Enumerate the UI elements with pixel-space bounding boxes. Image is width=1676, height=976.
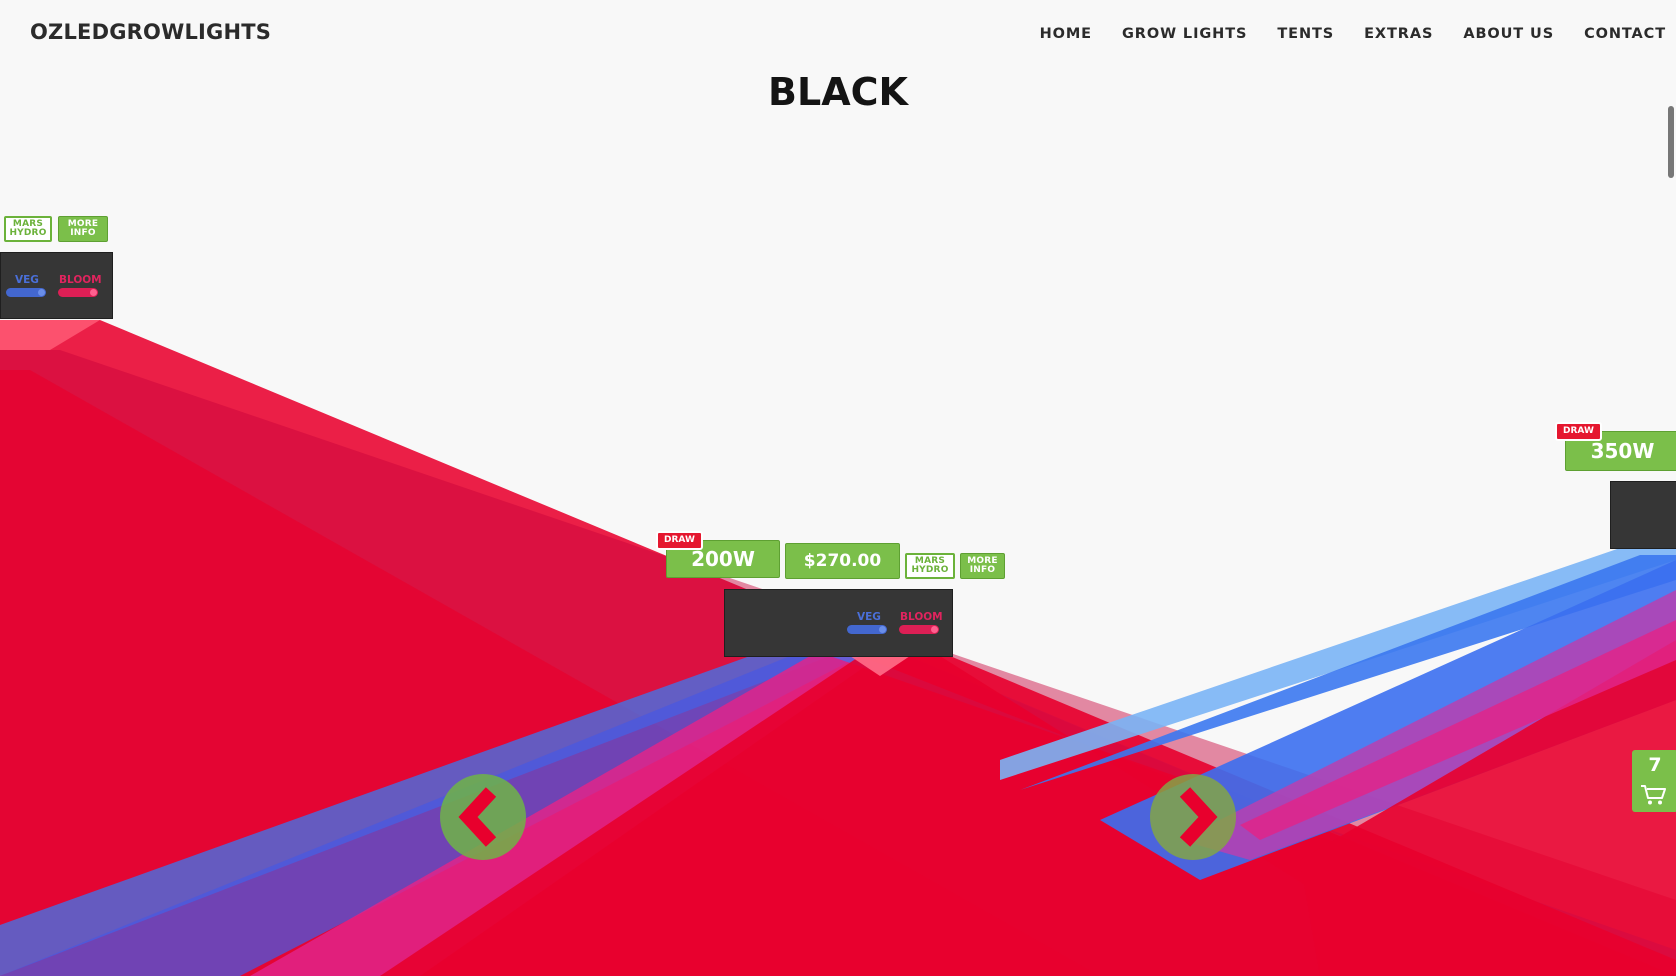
more-info-button[interactable]: MORE INFO bbox=[960, 553, 1005, 579]
brand-link-mars-hydro[interactable]: MARS HYDRO bbox=[905, 553, 955, 579]
product-lamp-panel: VEG BLOOM bbox=[0, 252, 113, 319]
veg-toggle[interactable] bbox=[6, 288, 46, 297]
more-info-button[interactable]: MORE INFO bbox=[58, 216, 108, 242]
bloom-toggle[interactable] bbox=[58, 288, 98, 297]
chevron-left-icon bbox=[458, 787, 497, 847]
page-scrollbar[interactable] bbox=[1666, 100, 1676, 960]
bloom-label: BLOOM bbox=[59, 274, 102, 286]
carousel-prev-button[interactable] bbox=[440, 774, 526, 860]
chevron-right-icon bbox=[1179, 787, 1218, 847]
veg-label: VEG bbox=[15, 274, 39, 286]
veg-toggle[interactable] bbox=[847, 625, 887, 634]
draw-badge: DRAW bbox=[656, 531, 703, 550]
draw-badge: DRAW bbox=[1555, 422, 1602, 441]
carousel-next-button[interactable] bbox=[1150, 774, 1236, 860]
shopping-cart-icon bbox=[1641, 785, 1666, 805]
product-lamp-panel: VEG BLOOM bbox=[724, 589, 953, 657]
scrollbar-thumb[interactable] bbox=[1668, 106, 1674, 178]
light-beams-graphic bbox=[0, 320, 1676, 976]
price-button[interactable]: $270.00 bbox=[785, 543, 900, 579]
bloom-label: BLOOM bbox=[900, 611, 943, 623]
veg-label: VEG bbox=[857, 611, 881, 623]
bloom-toggle[interactable] bbox=[899, 625, 939, 634]
brand-link-mars-hydro[interactable]: MARS HYDRO bbox=[4, 216, 52, 242]
